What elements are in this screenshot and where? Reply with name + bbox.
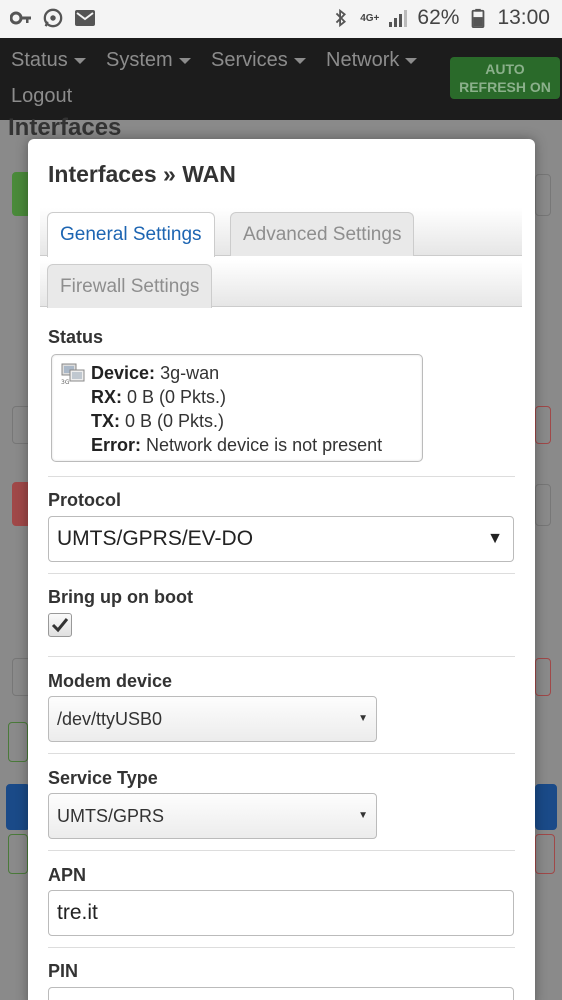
protocol-value: UMTS/GPRS/EV-DO — [57, 527, 254, 550]
modem-device-value: /dev/ttyUSB0 — [57, 709, 163, 729]
divider — [48, 573, 515, 574]
status-rx-line: RX: 0 B (0 Pkts.) — [91, 385, 382, 409]
device-label: Device: — [91, 363, 156, 383]
nav-network[interactable]: Network — [326, 49, 418, 72]
service-type-label: Service Type — [48, 768, 158, 788]
tab-bar-row-2: Firewall Settings — [40, 260, 522, 308]
nav-status[interactable]: Status — [11, 49, 86, 72]
service-type-select[interactable]: UMTS/GPRS ▼ — [48, 793, 377, 839]
checkmark-icon — [51, 618, 69, 633]
background-button — [8, 834, 28, 874]
nav-logout[interactable]: Logout — [11, 85, 72, 108]
status-tx-line: TX: 0 B (0 Pkts.) — [91, 409, 382, 433]
battery-icon — [472, 8, 485, 28]
bring-up-on-boot-checkbox[interactable] — [48, 613, 72, 637]
background-button — [535, 174, 551, 216]
error-value: Network device is not present — [146, 435, 383, 455]
auto-refresh-line1: AUTO — [485, 61, 525, 77]
pin-label: PIN — [48, 961, 79, 981]
service-type-value: UMTS/GPRS — [57, 806, 165, 826]
nav-network-label: Network — [326, 49, 400, 71]
top-navigation: Status System Services Network Logout AU… — [0, 38, 562, 120]
auto-refresh-line2: REFRESH ON — [459, 79, 551, 95]
modal-title: Interfaces » WAN — [48, 161, 236, 187]
apn-input[interactable] — [48, 890, 514, 936]
background-button — [535, 834, 555, 874]
nav-system-label: System — [106, 49, 173, 71]
signal-icon — [389, 10, 408, 27]
divider — [48, 476, 515, 477]
tab-firewall-settings[interactable]: Firewall Settings — [47, 264, 213, 308]
status-details: Device: 3g-wan RX: 0 B (0 Pkts.) TX: 0 B… — [91, 361, 382, 457]
network-interface-icon: 3G — [61, 363, 85, 385]
modem-device-select[interactable]: /dev/ttyUSB0 ▼ — [48, 696, 377, 742]
divider — [48, 947, 515, 948]
apn-label: APN — [48, 865, 87, 885]
svg-text:3G: 3G — [61, 379, 70, 385]
status-error-line: Error: Network device is not present — [91, 433, 382, 457]
dropdown-arrow-icon: ▼ — [358, 713, 368, 724]
divider — [48, 656, 515, 657]
tab-advanced-settings[interactable]: Advanced Settings — [230, 212, 415, 256]
background-button — [535, 406, 551, 444]
background-page-title: Interfaces — [8, 114, 122, 141]
nav-services-label: Services — [211, 49, 288, 71]
caret-down-icon — [293, 57, 306, 64]
interface-edit-modal: Interfaces » WAN General Settings Advanc… — [28, 139, 535, 1000]
caret-down-icon — [405, 57, 418, 64]
status-device-line: Device: 3g-wan — [91, 361, 382, 385]
tx-label: TX: — [91, 411, 120, 431]
device-value: 3g-wan — [160, 363, 220, 383]
status-label: Status — [48, 327, 104, 347]
protocol-select[interactable]: UMTS/GPRS/EV-DO ▼ — [48, 516, 514, 562]
pin-input[interactable] — [48, 987, 514, 1000]
error-label: Error: — [91, 435, 142, 455]
tx-value: 0 B (0 Pkts.) — [125, 411, 225, 431]
rx-value: 0 B (0 Pkts.) — [127, 387, 227, 407]
background-button — [6, 784, 30, 830]
whatsapp-icon — [43, 8, 63, 28]
caret-down-icon — [73, 57, 86, 64]
nav-status-label: Status — [11, 49, 68, 71]
bluetooth-icon — [336, 8, 347, 28]
background-button — [535, 484, 551, 526]
mail-icon — [75, 10, 95, 26]
dropdown-arrow-icon: ▼ — [358, 810, 368, 821]
android-status-bar: 4G+ 62% 13:00 — [0, 0, 562, 38]
battery-percent: 62% — [417, 6, 460, 29]
divider — [48, 850, 515, 851]
network-type: 4G+ — [360, 12, 380, 24]
caret-down-icon — [178, 57, 191, 64]
key-icon — [10, 11, 31, 25]
nav-system[interactable]: System — [106, 49, 191, 72]
background-button — [535, 784, 557, 830]
nav-services[interactable]: Services — [211, 49, 306, 72]
divider — [48, 753, 515, 754]
rx-label: RX: — [91, 387, 122, 407]
dropdown-arrow-icon: ▼ — [487, 530, 503, 547]
protocol-label: Protocol — [48, 490, 122, 510]
auto-refresh-button[interactable]: AUTO REFRESH ON — [450, 57, 560, 99]
background-button — [8, 722, 28, 762]
tab-bar-row-1: General Settings Advanced Settings — [40, 208, 522, 257]
modem-device-label: Modem device — [48, 671, 173, 691]
boot-label: Bring up on boot — [48, 587, 193, 607]
tab-general-settings[interactable]: General Settings — [47, 212, 215, 257]
clock: 13:00 — [497, 6, 550, 29]
status-box: 3G Device: 3g-wan RX: 0 B (0 Pkts.) TX: … — [51, 354, 423, 462]
background-button — [535, 658, 551, 696]
